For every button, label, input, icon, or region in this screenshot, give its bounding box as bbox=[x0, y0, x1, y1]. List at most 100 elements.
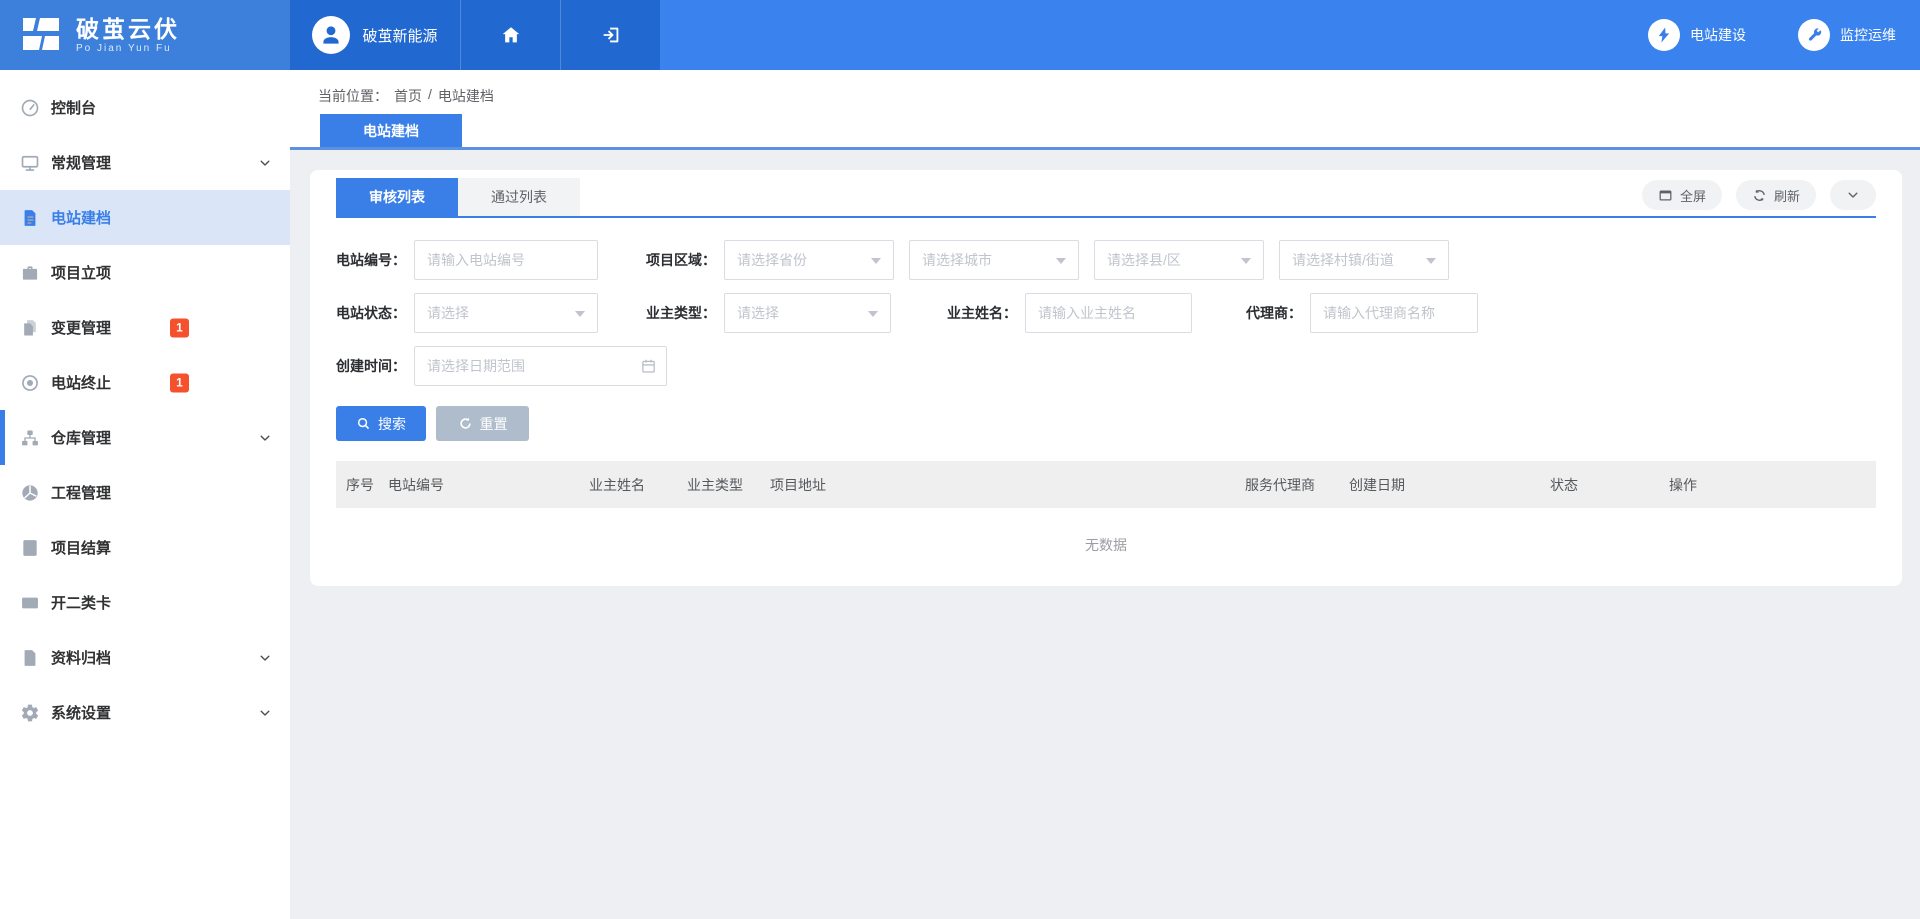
county-select[interactable]: 请选择县/区 bbox=[1094, 240, 1264, 280]
caret-down-icon bbox=[575, 311, 585, 322]
change-management-badge: 1 bbox=[170, 318, 189, 337]
col-header: 业主类型 bbox=[687, 475, 770, 495]
sidebar-item-label: 变更管理 bbox=[51, 317, 111, 338]
sidebar-item-label: 电站建档 bbox=[51, 207, 111, 228]
sidebar-item-project-settlement[interactable]: 项目结算 bbox=[0, 520, 290, 575]
sidebar-item-station-termination[interactable]: 电站终止 1 bbox=[0, 355, 290, 410]
agent-label: 代理商： bbox=[1244, 303, 1302, 323]
caret-down-icon bbox=[1241, 258, 1251, 269]
sidebar-item-engineering-management[interactable]: 工程管理 bbox=[0, 465, 290, 520]
sidebar-item-data-archive[interactable]: 资料归档 bbox=[0, 630, 290, 685]
app-logo[interactable]: 破茧云伏 Po Jian Yun Fu bbox=[0, 0, 290, 70]
logout-button[interactable] bbox=[560, 0, 660, 70]
station-no-input[interactable] bbox=[414, 240, 598, 280]
card-icon bbox=[20, 593, 40, 613]
sign-in-icon bbox=[600, 24, 622, 46]
breadcrumb-separator: / bbox=[428, 86, 432, 106]
sidebar-item-label: 项目立项 bbox=[51, 262, 111, 283]
home-button[interactable] bbox=[460, 0, 560, 70]
briefcase-icon bbox=[20, 263, 40, 283]
lightning-icon bbox=[1648, 19, 1680, 51]
sidebar-item-project-initiation[interactable]: 项目立项 bbox=[0, 245, 290, 300]
sidebar-scroll-thumb[interactable] bbox=[0, 410, 5, 465]
search-button[interactable]: 搜索 bbox=[336, 406, 426, 441]
fullscreen-button[interactable]: 全屏 bbox=[1642, 180, 1722, 210]
archive-icon bbox=[20, 648, 40, 668]
collapse-button[interactable] bbox=[1830, 180, 1876, 210]
breadcrumb-current: 电站建档 bbox=[438, 86, 494, 106]
main-panel: 审核列表 通过列表 全屏 刷新 bbox=[310, 170, 1902, 586]
sidebar-item-label: 资料归档 bbox=[51, 647, 111, 668]
chevron-down-icon bbox=[258, 156, 272, 170]
sidebar-item-label: 项目结算 bbox=[51, 537, 111, 558]
sidebar-item-label: 开二类卡 bbox=[51, 592, 111, 613]
chevron-down-icon bbox=[1846, 188, 1860, 202]
fullscreen-icon bbox=[1658, 188, 1673, 203]
document-icon bbox=[20, 208, 40, 228]
caret-down-icon bbox=[871, 258, 881, 269]
results-table: 序号 电站编号 业主姓名 业主类型 项目地址 服务代理商 创建日期 状态 操作 … bbox=[336, 461, 1876, 582]
date-range-input[interactable] bbox=[414, 346, 667, 386]
refresh-icon bbox=[1752, 188, 1767, 203]
refresh-button[interactable]: 刷新 bbox=[1736, 180, 1816, 210]
caret-down-icon bbox=[868, 311, 878, 322]
panel-toolbar: 全屏 刷新 bbox=[1642, 180, 1876, 210]
chevron-down-icon bbox=[258, 651, 272, 665]
dashboard-icon bbox=[20, 98, 40, 118]
owner-name-label: 业主姓名： bbox=[947, 303, 1017, 323]
sidebar-item-warehouse-management[interactable]: 仓库管理 bbox=[0, 410, 290, 465]
chevron-down-icon bbox=[258, 431, 272, 445]
sidebar-item-change-management[interactable]: 变更管理 1 bbox=[0, 300, 290, 355]
col-header: 创建日期 bbox=[1349, 475, 1550, 495]
monitor-icon bbox=[20, 153, 40, 173]
main-area: 破茧新能源 电站建设 监控运维 bbox=[290, 0, 1920, 919]
sidebar-item-label: 控制台 bbox=[51, 97, 96, 118]
empty-state-text: 无数据 bbox=[336, 508, 1876, 582]
user-menu[interactable]: 破茧新能源 bbox=[290, 0, 460, 70]
breadcrumb-home-link[interactable]: 首页 bbox=[394, 86, 422, 106]
brand-logo-icon bbox=[18, 14, 64, 57]
tab-review-list[interactable]: 审核列表 bbox=[336, 178, 458, 216]
sidebar-item-general-management[interactable]: 常规管理 bbox=[0, 135, 290, 190]
agent-input[interactable] bbox=[1310, 293, 1478, 333]
col-header: 项目地址 bbox=[770, 475, 1245, 495]
table-header-row: 序号 电站编号 业主姓名 业主类型 项目地址 服务代理商 创建日期 状态 操作 bbox=[336, 461, 1876, 508]
sidebar-item-station-filing[interactable]: 电站建档 bbox=[0, 190, 290, 245]
col-header: 电站编号 bbox=[388, 475, 589, 495]
col-header: 服务代理商 bbox=[1245, 475, 1349, 495]
station-no-label: 电站编号： bbox=[336, 250, 406, 270]
date-range-field bbox=[414, 346, 667, 386]
owner-type-select[interactable]: 请选择 bbox=[724, 293, 891, 333]
form-actions: 搜索 重置 bbox=[336, 406, 1876, 441]
owner-name-input[interactable] bbox=[1025, 293, 1192, 333]
sidebar-item-console[interactable]: 控制台 bbox=[0, 80, 290, 135]
nav-station-construction[interactable]: 电站建设 bbox=[1648, 19, 1746, 51]
station-termination-badge: 1 bbox=[170, 373, 189, 392]
calculator-icon bbox=[20, 538, 40, 558]
caret-down-icon bbox=[1426, 258, 1436, 269]
top-navbar: 破茧新能源 电站建设 监控运维 bbox=[290, 0, 1920, 70]
avatar bbox=[312, 16, 350, 54]
tab-passed-list[interactable]: 通过列表 bbox=[458, 178, 580, 216]
reset-button[interactable]: 重置 bbox=[436, 406, 529, 441]
sidebar-menu: 控制台 常规管理 电站建档 项目立项 变更管理 1 电站终止 1 bbox=[0, 70, 290, 740]
page-tab-station-filing[interactable]: 电站建档 bbox=[320, 114, 462, 147]
wrench-icon bbox=[1798, 19, 1830, 51]
sidebar: 破茧云伏 Po Jian Yun Fu 控制台 常规管理 电站建档 项目立项 变… bbox=[0, 0, 290, 919]
create-time-label: 创建时间： bbox=[336, 356, 406, 376]
home-icon bbox=[500, 24, 522, 46]
sidebar-item-label: 系统设置 bbox=[51, 702, 111, 723]
sidebar-item-open-class2-card[interactable]: 开二类卡 bbox=[0, 575, 290, 630]
filter-form: 电站编号： 项目区域： 请选择省份 请选择城市 请选择县/区 请选择村镇/街道 … bbox=[336, 240, 1876, 386]
station-status-select[interactable]: 请选择 bbox=[414, 293, 598, 333]
target-icon bbox=[20, 373, 40, 393]
station-status-label: 电站状态： bbox=[336, 303, 406, 323]
panel-tabs: 审核列表 通过列表 全屏 刷新 bbox=[336, 178, 1876, 218]
caret-down-icon bbox=[1056, 258, 1066, 269]
province-select[interactable]: 请选择省份 bbox=[724, 240, 894, 280]
sidebar-item-system-settings[interactable]: 系统设置 bbox=[0, 685, 290, 740]
street-select[interactable]: 请选择村镇/街道 bbox=[1279, 240, 1449, 280]
sidebar-item-label: 仓库管理 bbox=[51, 427, 111, 448]
city-select[interactable]: 请选择城市 bbox=[909, 240, 1079, 280]
nav-monitoring-ops[interactable]: 监控运维 bbox=[1798, 19, 1896, 51]
